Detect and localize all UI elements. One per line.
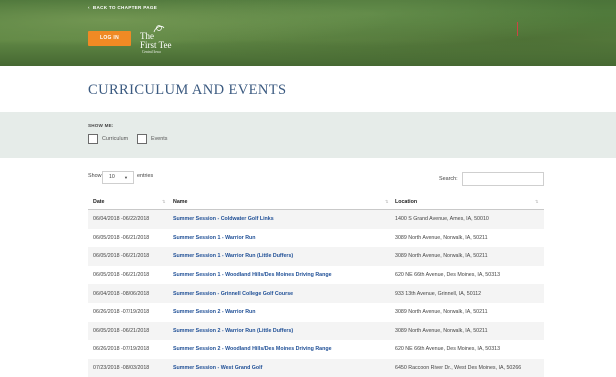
row-date: 06/05/2018 -06/21/2018: [93, 272, 150, 279]
row-location: 933 13th Avenue, Grinnell, IA, 50112: [395, 290, 482, 297]
entries-select[interactable]: 10 ▼: [102, 171, 134, 184]
row-location: 3089 North Avenue, Norwalk, IA, 50211: [395, 309, 488, 316]
back-link-label: BACK TO CHAPTER PAGE: [92, 5, 158, 10]
table-row: 06/05/2018 -06/21/2018 Summer Session 1 …: [88, 229, 544, 248]
table-row: 06/04/2018 -06/22/2018 Summer Session - …: [88, 210, 544, 229]
row-date: 06/05/2018 -06/21/2018: [93, 253, 150, 260]
row-location: 1400 S Grand Avenue, Ames, IA, 50010: [395, 216, 489, 223]
table-row: 06/05/2018 -06/21/2018 Summer Session 1 …: [88, 266, 544, 285]
row-location: 620 NE 66th Avenue, Des Moines, IA, 5031…: [395, 272, 501, 279]
entries-select-value: 10: [109, 174, 115, 180]
sort-icon[interactable]: ⇅: [162, 199, 166, 204]
row-location: 620 NE 66th Avenue, Des Moines, IA, 5031…: [395, 346, 501, 353]
row-event-link[interactable]: Summer Session 1 - Warrior Run: [173, 229, 388, 248]
filter-panel: SHOW ME: Curriculum Events: [0, 112, 616, 158]
row-event-link[interactable]: Summer Session 2 - Woodland Hills/Des Mo…: [173, 340, 388, 359]
row-event-link[interactable]: Summer Session 1 - Woodland Hills/Des Mo…: [173, 266, 388, 285]
events-checkbox[interactable]: [137, 134, 147, 144]
row-location: 3089 North Avenue, Norwalk, IA, 50211: [395, 253, 488, 260]
events-label[interactable]: Events: [151, 136, 167, 142]
curriculum-checkbox[interactable]: [88, 134, 98, 144]
table-row: 06/05/2018 -06/21/2018 Summer Session 1 …: [88, 247, 544, 266]
row-location: 3089 North Avenue, Norwalk, IA, 50211: [395, 327, 488, 334]
table-header-row: Date ⇅ Name ⇅ Location ⇅: [88, 194, 544, 210]
column-header-date[interactable]: Date: [93, 194, 167, 209]
entries-label: entries: [137, 173, 154, 179]
table-row: 07/23/2018 -08/03/2018 Summer Session - …: [88, 358, 544, 377]
sort-icon[interactable]: ⇅: [385, 199, 389, 204]
row-date: 06/26/2018 -07/19/2018: [93, 309, 150, 316]
search-input[interactable]: [462, 172, 544, 186]
page-title: CURRICULUM AND EVENTS: [88, 82, 287, 98]
chevron-left-icon: ‹: [88, 5, 90, 10]
table-row: 06/04/2018 -08/06/2018 Summer Session - …: [88, 284, 544, 303]
login-button[interactable]: LOG IN: [88, 31, 131, 46]
row-event-link[interactable]: Summer Session 2 - Warrior Run: [173, 303, 388, 322]
row-date: 07/23/2018 -08/03/2018: [93, 365, 150, 372]
row-event-link[interactable]: Summer Session 1 - Warrior Run (Little D…: [173, 247, 388, 266]
row-location: 3089 North Avenue, Norwalk, IA, 50211: [395, 234, 488, 241]
golfer-swoosh-icon: [153, 25, 165, 33]
row-event-link[interactable]: Summer Session - Coldwater Golf Links: [173, 210, 388, 229]
column-header-name[interactable]: Name: [173, 194, 388, 209]
row-date: 06/26/2018 -07/19/2018: [93, 346, 150, 353]
search-label: Search:: [439, 176, 458, 182]
column-header-location[interactable]: Location: [395, 194, 544, 209]
flag-decoration: [517, 22, 518, 36]
curriculum-label[interactable]: Curriculum: [102, 136, 128, 142]
header-banner: ‹ BACK TO CHAPTER PAGE LOG IN The First T…: [0, 0, 616, 66]
table-row: 06/05/2018 -06/21/2018 Summer Session 2 …: [88, 321, 544, 341]
logo-text-first-tee: First Tee: [140, 40, 172, 50]
row-date: 06/04/2018 -08/06/2018: [93, 290, 150, 297]
table-row: 06/26/2018 -07/19/2018 Summer Session 2 …: [88, 340, 544, 359]
back-to-chapter-link[interactable]: ‹ BACK TO CHAPTER PAGE: [88, 5, 157, 10]
row-date: 06/05/2018 -06/21/2018: [93, 234, 150, 241]
row-event-link[interactable]: Summer Session - Grinnell College Golf C…: [173, 284, 388, 303]
row-date: 06/05/2018 -06/21/2018: [93, 327, 150, 334]
row-event-link[interactable]: Summer Session - West Grand Golf: [173, 359, 388, 377]
logo-text-chapter: Central Iowa: [142, 50, 161, 54]
table-row: 06/26/2018 -07/19/2018 Summer Session 2 …: [88, 303, 544, 322]
sort-icon[interactable]: ⇅: [535, 199, 539, 204]
show-label: Show: [88, 173, 102, 179]
row-event-link[interactable]: Summer Session 2 - Warrior Run (Little D…: [173, 322, 388, 341]
row-location: 6450 Raccoon River Dr., West Des Moines,…: [395, 365, 522, 372]
first-tee-logo[interactable]: The First Tee Central Iowa: [138, 24, 188, 54]
show-me-label: SHOW ME:: [88, 123, 114, 128]
caret-down-icon: ▼: [124, 175, 128, 180]
row-date: 06/04/2018 -06/22/2018: [93, 216, 150, 223]
